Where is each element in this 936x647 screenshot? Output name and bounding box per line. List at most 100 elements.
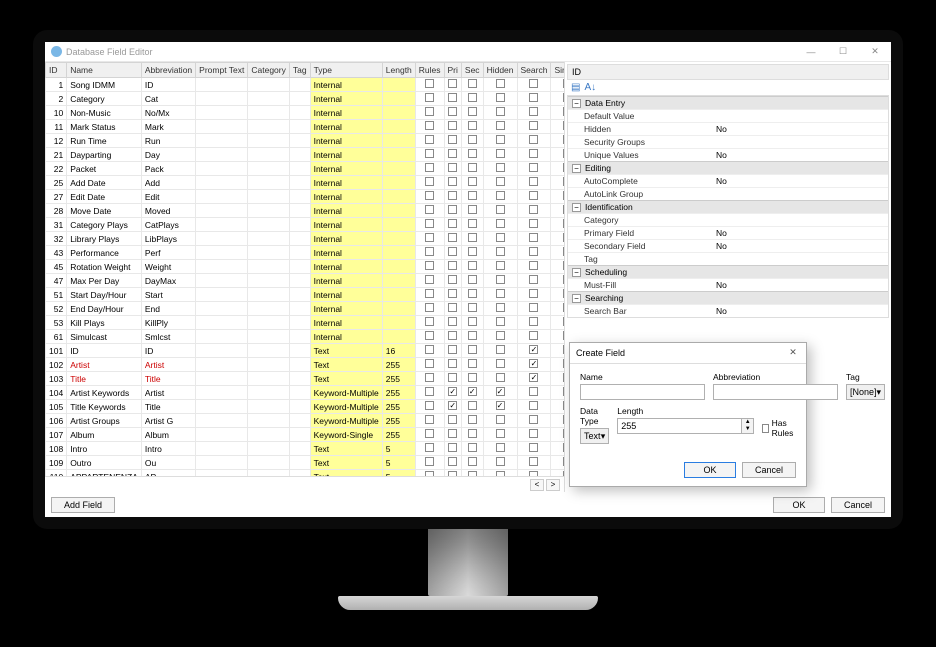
checkbox-cell[interactable] <box>496 261 505 270</box>
property-row[interactable]: Category <box>568 213 888 226</box>
table-row[interactable]: 25Add DateAddInternal <box>46 176 565 190</box>
checkbox-cell[interactable] <box>529 107 538 116</box>
column-header[interactable]: Rules <box>415 63 444 78</box>
property-row[interactable]: Must-FillNo <box>568 278 888 291</box>
table-row[interactable]: 10Non-MusicNo/MxInternal <box>46 106 565 120</box>
table-row[interactable]: 45Rotation WeightWeightInternal <box>46 260 565 274</box>
checkbox-cell[interactable] <box>425 359 434 368</box>
checkbox-cell[interactable] <box>529 275 538 284</box>
checkbox-cell[interactable] <box>468 79 477 88</box>
length-spinner[interactable]: ▲▼ <box>742 418 754 434</box>
dialog-close-button[interactable]: ✕ <box>786 346 800 360</box>
checkbox-cell[interactable] <box>529 345 538 354</box>
column-header[interactable]: Pri <box>444 63 461 78</box>
checkbox-cell[interactable] <box>496 163 505 172</box>
column-header[interactable]: Prompt Text <box>196 63 248 78</box>
maximize-button[interactable]: ☐ <box>827 42 859 62</box>
categorize-icon[interactable]: ▤ <box>571 82 580 93</box>
checkbox-cell[interactable] <box>529 121 538 130</box>
checkbox-cell[interactable] <box>529 135 538 144</box>
table-row[interactable]: 51Start Day/HourStartInternal <box>46 288 565 302</box>
checkbox-cell[interactable] <box>448 93 457 102</box>
column-header[interactable]: Hidden <box>483 63 517 78</box>
checkbox-cell[interactable] <box>448 205 457 214</box>
checkbox-cell[interactable] <box>496 289 505 298</box>
checkbox-cell[interactable] <box>425 135 434 144</box>
checkbox-cell[interactable] <box>563 457 564 466</box>
checkbox-cell[interactable] <box>529 457 538 466</box>
checkbox-cell[interactable] <box>425 387 434 396</box>
checkbox-cell[interactable] <box>448 401 457 410</box>
checkbox-cell[interactable] <box>496 345 505 354</box>
property-row[interactable]: HiddenNo <box>568 122 888 135</box>
checkbox-cell[interactable] <box>496 149 505 158</box>
checkbox-cell[interactable] <box>529 289 538 298</box>
checkbox-cell[interactable] <box>563 415 564 424</box>
column-header[interactable]: Type <box>310 63 382 78</box>
checkbox-cell[interactable] <box>425 163 434 172</box>
checkbox-cell[interactable] <box>468 191 477 200</box>
checkbox-cell[interactable] <box>563 79 564 88</box>
table-row[interactable]: 109OutroOuText5 <box>46 456 565 470</box>
checkbox-cell[interactable] <box>448 149 457 158</box>
checkbox-cell[interactable] <box>529 219 538 228</box>
checkbox-cell[interactable] <box>496 233 505 242</box>
property-row[interactable]: Secondary FieldNo <box>568 239 888 252</box>
has-rules-checkbox[interactable] <box>762 424 768 433</box>
checkbox-cell[interactable] <box>529 303 538 312</box>
checkbox-cell[interactable] <box>425 121 434 130</box>
checkbox-cell[interactable] <box>496 303 505 312</box>
checkbox-cell[interactable] <box>496 401 505 410</box>
checkbox-cell[interactable] <box>468 121 477 130</box>
checkbox-cell[interactable] <box>496 359 505 368</box>
add-field-button[interactable]: Add Field <box>51 497 115 513</box>
checkbox-cell[interactable] <box>529 331 538 340</box>
table-row[interactable]: 105Title KeywordsTitleKeyword-Multiple25… <box>46 400 565 414</box>
checkbox-cell[interactable] <box>563 247 564 256</box>
property-row[interactable]: Primary FieldNo <box>568 226 888 239</box>
dialog-cancel-button[interactable]: Cancel <box>742 462 796 478</box>
column-header[interactable]: Name <box>67 63 142 78</box>
collapse-icon[interactable]: − <box>572 294 581 303</box>
property-row[interactable]: AutoCompleteNo <box>568 174 888 187</box>
datatype-select[interactable]: Text ▾ <box>580 428 609 444</box>
column-header[interactable]: ID <box>46 63 67 78</box>
checkbox-cell[interactable] <box>529 247 538 256</box>
checkbox-cell[interactable] <box>425 275 434 284</box>
checkbox-cell[interactable] <box>468 93 477 102</box>
table-row[interactable]: 53Kill PlaysKillPlyInternal <box>46 316 565 330</box>
table-row[interactable]: 102ArtistArtistText255 <box>46 358 565 372</box>
checkbox-cell[interactable] <box>529 191 538 200</box>
checkbox-cell[interactable] <box>529 163 538 172</box>
table-row[interactable]: 106Artist GroupsArtist GKeyword-Multiple… <box>46 414 565 428</box>
checkbox-cell[interactable] <box>529 387 538 396</box>
checkbox-cell[interactable] <box>496 107 505 116</box>
property-section-header[interactable]: −Editing <box>568 161 888 174</box>
checkbox-cell[interactable] <box>563 233 564 242</box>
checkbox-cell[interactable] <box>468 233 477 242</box>
checkbox-cell[interactable] <box>448 415 457 424</box>
property-section-header[interactable]: −Identification <box>568 200 888 213</box>
table-row[interactable]: 21DaypartingDayInternal <box>46 148 565 162</box>
property-row[interactable]: Tag <box>568 252 888 265</box>
collapse-icon[interactable]: − <box>572 268 581 277</box>
checkbox-cell[interactable] <box>425 429 434 438</box>
property-row[interactable]: Search BarNo <box>568 304 888 317</box>
checkbox-cell[interactable] <box>425 373 434 382</box>
dialog-ok-button[interactable]: OK <box>684 462 736 478</box>
table-row[interactable]: 12Run TimeRunInternal <box>46 134 565 148</box>
checkbox-cell[interactable] <box>563 135 564 144</box>
checkbox-cell[interactable] <box>496 79 505 88</box>
checkbox-cell[interactable] <box>563 275 564 284</box>
checkbox-cell[interactable] <box>468 177 477 186</box>
checkbox-cell[interactable] <box>529 261 538 270</box>
table-row[interactable]: 52End Day/HourEndInternal <box>46 302 565 316</box>
checkbox-cell[interactable] <box>448 387 457 396</box>
checkbox-cell[interactable] <box>529 205 538 214</box>
table-row[interactable]: 107AlbumAlbumKeyword-Single255 <box>46 428 565 442</box>
checkbox-cell[interactable] <box>425 457 434 466</box>
checkbox-cell[interactable] <box>448 177 457 186</box>
name-input[interactable] <box>580 384 705 400</box>
checkbox-cell[interactable] <box>496 387 505 396</box>
checkbox-cell[interactable] <box>448 373 457 382</box>
